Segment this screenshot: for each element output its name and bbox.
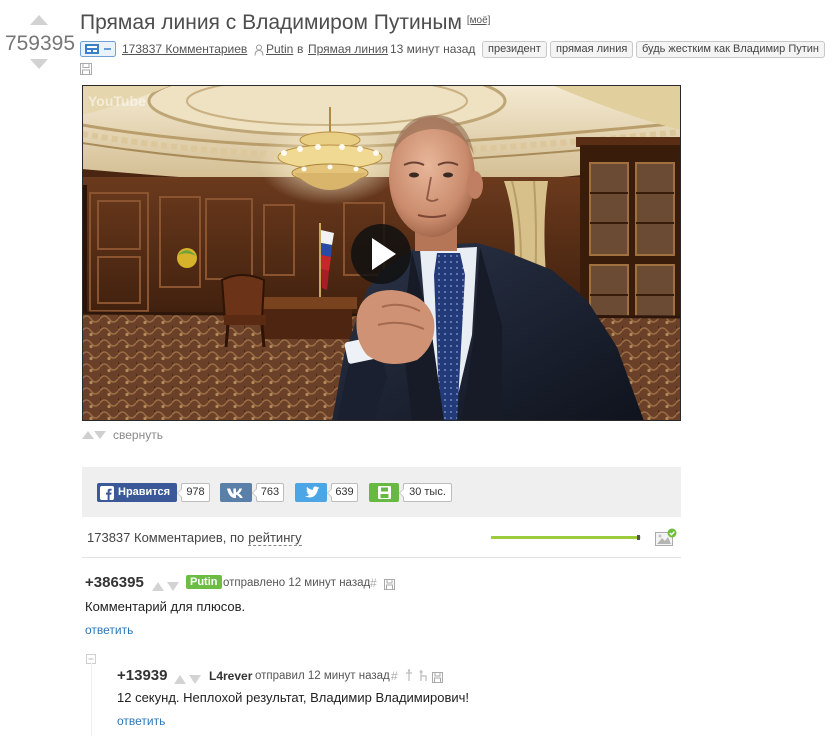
- comments-header: 173837 Комментариев, по рейтингу: [87, 530, 302, 546]
- pin-icon[interactable]: [405, 669, 413, 687]
- tag-direct-line[interactable]: прямая линия: [550, 41, 634, 58]
- post-title-row: Прямая линия с Владимиром Путиным [моё]: [80, 10, 490, 40]
- reply-upvote-icon[interactable]: [174, 671, 186, 689]
- post-author-link[interactable]: Putin: [266, 41, 293, 57]
- rating-filter-handle[interactable]: [636, 535, 640, 540]
- facebook-count: 978: [177, 483, 210, 502]
- community-link[interactable]: Прямая линия: [308, 41, 388, 57]
- mine-tag[interactable]: [моё]: [467, 15, 491, 26]
- post-downvote-icon[interactable]: [30, 59, 48, 69]
- collapse-up-icon[interactable]: [82, 431, 94, 439]
- comment-save-icon[interactable]: [384, 577, 395, 595]
- reply-rating: +13939: [117, 667, 168, 684]
- sort-by-rating-link[interactable]: рейтингу: [248, 530, 302, 546]
- comment-rating: +386395: [85, 574, 144, 591]
- youtube-watermark: YouTube: [88, 93, 146, 109]
- post-type-icon[interactable]: [80, 41, 116, 57]
- vk-icon: [227, 488, 243, 498]
- video-player[interactable]: YouTube: [82, 85, 681, 421]
- comment-reply-link[interactable]: ответить: [85, 623, 133, 637]
- comment-downvote-icon[interactable]: [167, 578, 179, 596]
- post-title[interactable]: Прямая линия с Владимиром Путиным: [80, 11, 462, 34]
- comment-author-badge[interactable]: Putin: [186, 575, 222, 589]
- post-save-icon[interactable]: [80, 62, 92, 75]
- twitter-icon: [305, 486, 320, 497]
- reply-save-icon[interactable]: [432, 670, 443, 688]
- vk-share-button[interactable]: [220, 483, 252, 502]
- post-time: 13 минут назад: [390, 42, 476, 56]
- comments-count-text: 173837 Комментариев, по: [87, 530, 245, 545]
- comment-upvote-icon[interactable]: [152, 578, 164, 596]
- rating-filter-fill: [491, 536, 638, 539]
- image-check-icon[interactable]: [655, 528, 677, 547]
- reply-permalink[interactable]: #: [391, 669, 398, 683]
- reply-reply-link[interactable]: ответить: [117, 714, 165, 728]
- rating-filter-slider[interactable]: [491, 535, 641, 540]
- user-icon: [254, 43, 264, 56]
- comment-text: Комментарий для плюсов.: [85, 599, 246, 614]
- collapse-down-icon[interactable]: [94, 431, 106, 439]
- play-icon: [351, 224, 411, 284]
- share-bar: Нравится 978 763 639 30 тыс.: [82, 467, 681, 517]
- facebook-icon: [100, 485, 114, 500]
- comment-permalink[interactable]: #: [370, 576, 377, 590]
- reply-text: 12 секунд. Неплохой результат, Владимир …: [117, 690, 470, 705]
- comments-count-link[interactable]: 173837 Комментариев: [122, 41, 247, 57]
- tag-be-tough[interactable]: будь жестким как Владимир Путин: [636, 41, 826, 58]
- save-post-button[interactable]: [369, 483, 399, 502]
- twitter-count: 639: [327, 483, 358, 502]
- post-upvote-icon[interactable]: [30, 15, 48, 25]
- reply-author-link[interactable]: L4rever: [209, 669, 252, 683]
- video-thumbnail-image: YouTube: [83, 86, 680, 420]
- reply-downvote-icon[interactable]: [189, 671, 201, 689]
- comment-time: отправлено 12 минут назад: [223, 577, 371, 589]
- vk-count: 763: [252, 483, 284, 502]
- save-count: 30 тыс.: [399, 483, 452, 502]
- save-icon: [377, 486, 391, 499]
- facebook-like-button[interactable]: Нравится: [97, 483, 177, 502]
- twitter-share-button[interactable]: [295, 483, 327, 502]
- reply-time: отправил 12 минут назад: [255, 670, 390, 682]
- facebook-like-label: Нравится: [118, 486, 171, 498]
- chair-icon[interactable]: [419, 669, 428, 687]
- tag-president[interactable]: президент: [482, 41, 547, 58]
- collapse-link[interactable]: свернуть: [113, 428, 163, 442]
- comments-divider: [82, 557, 681, 558]
- post-rating: 759395: [4, 32, 76, 55]
- thread-line: [91, 663, 92, 736]
- in-word: в: [297, 42, 304, 56]
